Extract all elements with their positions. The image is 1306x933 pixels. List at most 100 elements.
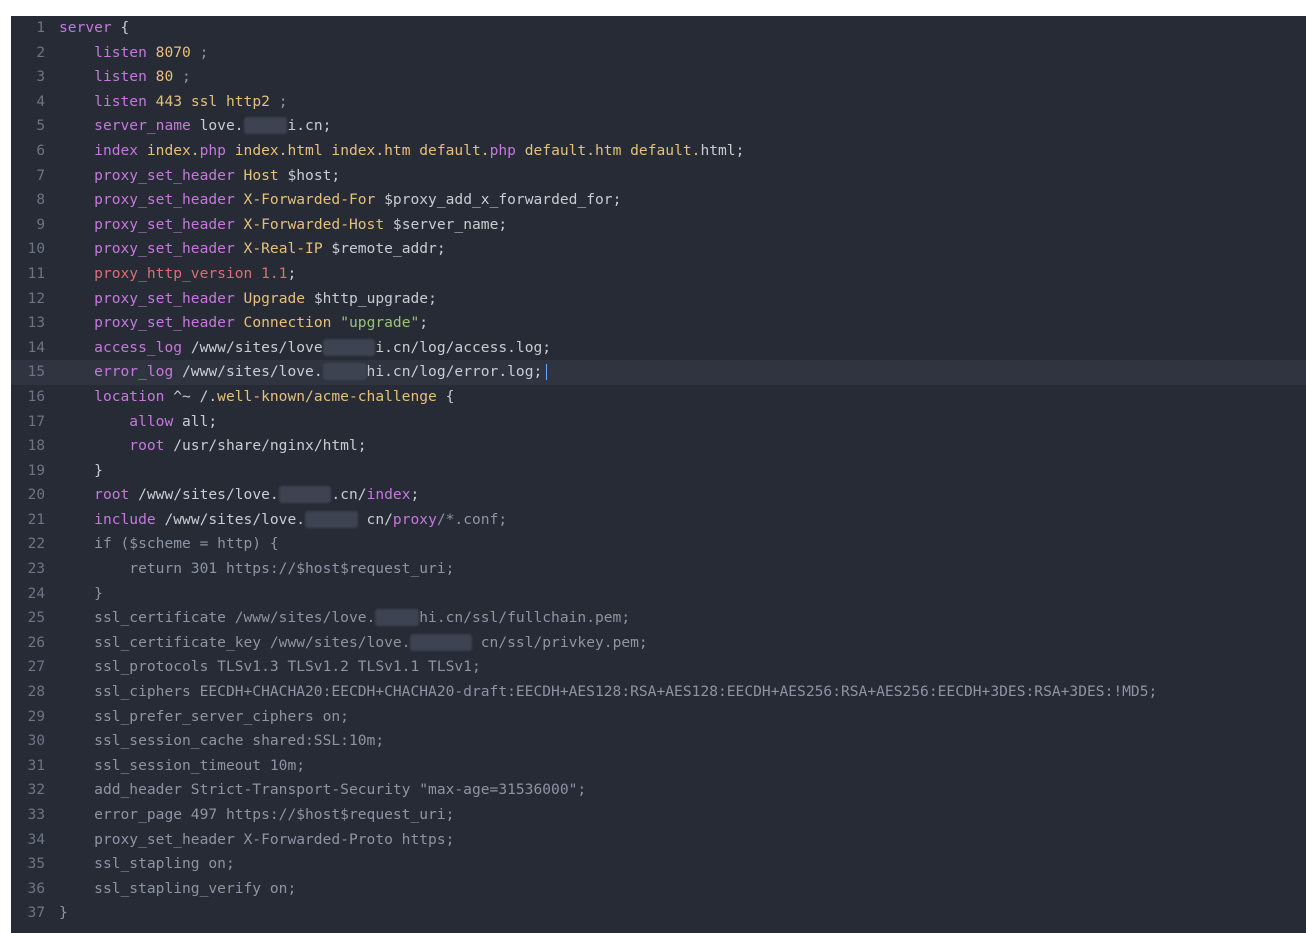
code-token: 8070	[155, 43, 191, 61]
code-text: ssl_session_timeout 10m;	[59, 754, 305, 779]
line-number: 1	[36, 20, 45, 36]
code-token: $server_name;	[384, 215, 508, 233]
code-token: index	[366, 486, 411, 504]
code-line[interactable]: 7 proxy_set_header Host $host;	[11, 164, 1306, 189]
code-token: location	[94, 387, 165, 405]
code-token: /www/sites/love.	[155, 510, 306, 528]
code-text: ssl_certificate /www/sites/love. hi.cn/s…	[59, 606, 630, 631]
code-token: ssl_stapling on;	[94, 855, 235, 873]
code-token: ;	[287, 264, 297, 282]
code-text: proxy_set_header Upgrade $http_upgrade;	[59, 287, 437, 312]
code-line[interactable]: 4 listen 443 ssl http2 ;	[11, 90, 1306, 115]
code-line[interactable]: 29 ssl_prefer_server_ciphers on;	[11, 705, 1306, 730]
code-line[interactable]: 3 listen 80 ;	[11, 65, 1306, 90]
code-line[interactable]: 32 add_header Strict-Transport-Security …	[11, 778, 1306, 803]
code-text: if ($scheme = http) {	[59, 532, 279, 557]
redacted-text	[410, 633, 472, 651]
line-number: 29	[27, 708, 45, 725]
code-line[interactable]: 22 if ($scheme = http) {	[11, 532, 1306, 557]
code-line[interactable]: 13 proxy_set_header Connection "upgrade"…	[11, 311, 1306, 336]
code-line[interactable]: 17 allow all;	[11, 410, 1306, 435]
code-editor[interactable]: 1 server {2 listen 8070 ; 3 listen 80 ; 4 l…	[11, 16, 1306, 933]
code-line[interactable]: 12 proxy_set_header Upgrade $http_upgrad…	[11, 287, 1306, 312]
code-token: root	[129, 437, 165, 455]
line-number: 33	[27, 807, 45, 823]
code-line[interactable]: 30 ssl_session_cache shared:SSL:10m;	[11, 729, 1306, 754]
code-line[interactable]: 34 proxy_set_header X-Forwarded-Proto ht…	[11, 828, 1306, 853]
code-text: ssl_stapling_verify on;	[59, 877, 296, 902]
code-text: add_header Strict-Transport-Security "ma…	[59, 778, 586, 803]
code-line[interactable]: 16 location ^~ /.well-known/acme-challen…	[11, 385, 1306, 410]
code-line[interactable]: 28 ssl_ciphers EECDH+CHACHA20:EECDH+CHAC…	[11, 680, 1306, 705]
code-line[interactable]: 20 root /www/sites/love. .cn/index;	[11, 483, 1306, 508]
line-number: 7	[36, 167, 45, 184]
code-line[interactable]: 11 proxy_http_version 1.1;	[11, 262, 1306, 287]
code-text: ssl_stapling on;	[59, 852, 235, 877]
code-line[interactable]: 19 }	[11, 459, 1306, 484]
code-token: php	[199, 141, 226, 159]
code-token: X-Real-IP	[243, 240, 323, 258]
code-line[interactable]: 6 index index.php index.html index.htm d…	[11, 139, 1306, 164]
code-line[interactable]: 15 error_log /www/sites/love. hi.cn/log/…	[11, 360, 1306, 385]
code-line[interactable]: 25 ssl_certificate /www/sites/love. hi.c…	[11, 606, 1306, 631]
code-line[interactable]: 36 ssl_stapling_verify on;	[11, 877, 1306, 902]
code-line[interactable]: 9 proxy_set_header X-Forwarded-Host $ser…	[11, 213, 1306, 238]
line-number: 16	[27, 388, 45, 405]
code-token: $http_upgrade;	[305, 289, 437, 307]
code-line[interactable]: 26 ssl_certificate_key /www/sites/love. …	[11, 631, 1306, 656]
code-token: {	[436, 387, 455, 405]
code-token: $proxy_add_x_forwarded_for;	[375, 191, 622, 209]
code-line[interactable]: 37}	[11, 901, 1306, 926]
line-number: 15	[27, 364, 45, 381]
code-line[interactable]: 8 proxy_set_header X-Forwarded-For $prox…	[11, 188, 1306, 213]
code-line[interactable]: 31 ssl_session_timeout 10m;	[11, 754, 1306, 779]
code-line[interactable]: 21 include /www/sites/love. cn/proxy/*.c…	[11, 508, 1306, 533]
code-token: proxy_set_header	[94, 215, 235, 233]
code-text: allow all;	[59, 410, 217, 435]
code-token: ssl_certificate /www/sites/love.	[94, 609, 376, 627]
code-token: ssl_session_cache shared:SSL:10m;	[94, 732, 385, 750]
code-line[interactable]: 27 ssl_protocols TLSv1.3 TLSv1.2 TLSv1.1…	[11, 655, 1306, 680]
code-token: 1.1	[261, 264, 288, 282]
code-line[interactable]: 18 root /usr/share/nginx/html;	[11, 434, 1306, 459]
code-token: index.html index.htm default.	[225, 141, 490, 159]
code-line[interactable]: 14 access_log /www/sites/love i.cn/log/a…	[11, 336, 1306, 361]
code-line[interactable]: 24 }	[11, 582, 1306, 607]
code-token: access_log	[94, 338, 183, 356]
code-line[interactable]: 5 server_name love. i.cn;	[11, 114, 1306, 139]
code-token: html;	[700, 141, 745, 159]
code-token: $remote_addr;	[322, 240, 446, 258]
line-number: 6	[36, 142, 45, 159]
code-token: {	[111, 19, 130, 36]
code-line[interactable]: 35 ssl_stapling on;	[11, 852, 1306, 877]
code-text: ssl_ciphers EECDH+CHACHA20:EECDH+CHACHA2…	[59, 680, 1157, 705]
line-number: 4	[36, 93, 45, 110]
code-token: include	[94, 510, 156, 528]
code-line[interactable]: 33 error_page 497 https://$host$request_…	[11, 803, 1306, 828]
code-token: proxy_set_header	[94, 191, 235, 209]
code-line[interactable]: 10 proxy_set_header X-Real-IP $remote_ad…	[11, 237, 1306, 262]
code-token: proxy_http_version	[94, 264, 253, 282]
line-number: 23	[27, 561, 45, 578]
code-line[interactable]: 2 listen 8070 ;	[11, 41, 1306, 66]
code-line[interactable]: 1 server {	[11, 16, 1306, 41]
code-line[interactable]: 23 return 301 https://$host$request_uri;	[11, 557, 1306, 582]
code-token: error_log	[94, 363, 174, 381]
line-number: 31	[27, 757, 45, 774]
code-token: allow	[129, 412, 174, 430]
code-text: include /www/sites/love. cn/proxy/*.conf…	[59, 508, 507, 533]
